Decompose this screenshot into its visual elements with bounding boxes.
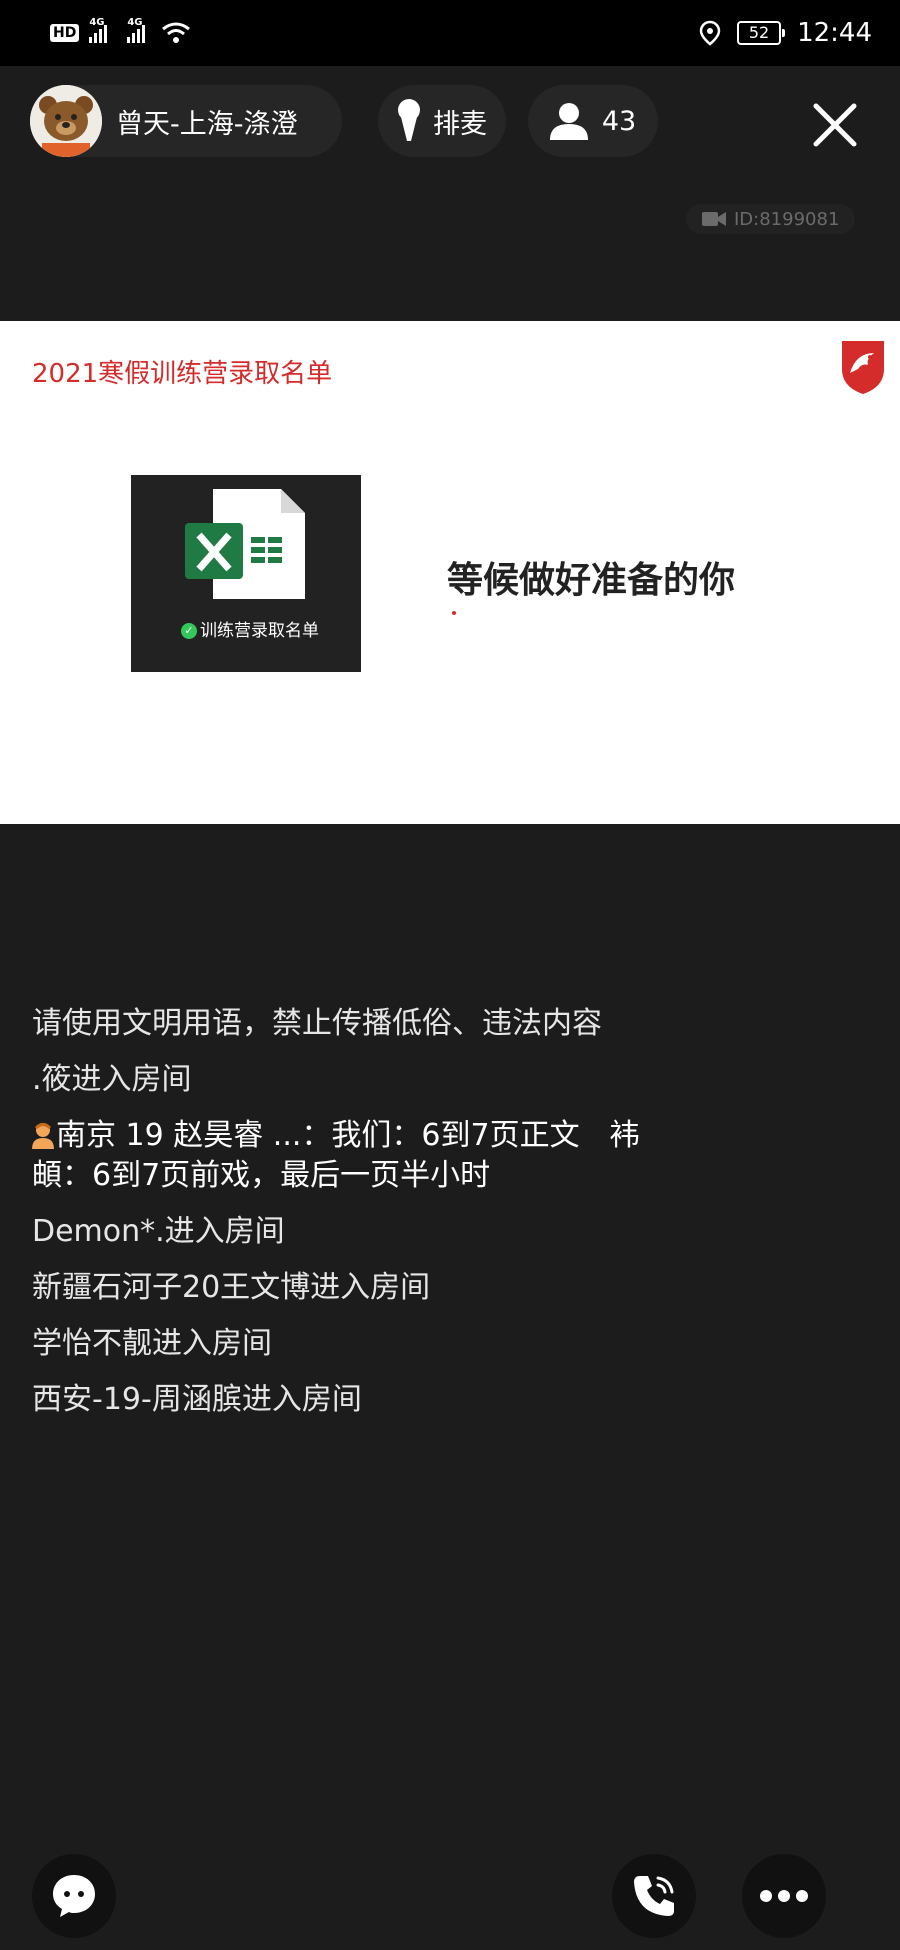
excel-icon	[185, 489, 305, 599]
close-icon[interactable]	[808, 98, 862, 152]
call-button[interactable]	[612, 1854, 696, 1938]
chat-message-text: 南京 19 赵昊睿 ...：我们：6到7页正文 袆頔：6到7页前戏，最后一页半小…	[32, 1118, 640, 1193]
red-dot	[452, 611, 456, 615]
more-button[interactable]	[742, 1854, 826, 1938]
mic-queue-label: 排麦	[433, 108, 487, 140]
chat-message: 请使用文明用语，禁止传播低俗、违法内容	[32, 1006, 602, 1041]
status-left: HD 4G 4G	[50, 17, 191, 45]
room-id: ID:8199081	[734, 208, 840, 230]
more-icon	[760, 1890, 808, 1902]
battery-icon: 52	[737, 21, 786, 45]
status-right: 52 12:44	[699, 18, 872, 48]
slide-title: 2021寒假训练营录取名单	[32, 359, 333, 389]
chat-message: 西安-19-周涵膑进入房间	[32, 1382, 362, 1417]
phone-icon	[634, 1876, 674, 1916]
viewer-count: 43	[601, 105, 637, 137]
video-camera-icon	[702, 212, 726, 226]
brand-logo	[842, 341, 884, 394]
chat-message: 学怡不靓进入房间	[32, 1326, 272, 1361]
wifi-icon	[162, 22, 191, 43]
person-icon	[549, 103, 588, 140]
chat-message: .筱进入房间	[32, 1062, 192, 1097]
user-avatar-icon	[32, 1123, 54, 1149]
chat-message: 南京 19 赵昊睿 ...：我们：6到7页正文 袆頔：6到7页前戏，最后一页半小…	[32, 1116, 642, 1196]
location-icon	[699, 20, 721, 46]
status-bar: HD 4G 4G 52 12:44	[0, 0, 900, 66]
signal-icon-2: 4G	[127, 17, 146, 43]
hd-badge: HD	[50, 24, 80, 42]
viewer-count-button[interactable]: 43	[528, 85, 658, 157]
host-info[interactable]: 曾天-上海-涤澄	[30, 85, 342, 157]
avatar[interactable]	[30, 85, 102, 157]
chat-bubble-icon	[53, 1875, 95, 1917]
excel-file-card[interactable]: ✓ 训练营录取名单	[131, 475, 361, 672]
slide-headline: 等候做好准备的你	[447, 560, 736, 601]
check-icon: ✓	[181, 623, 197, 639]
host-name: 曾天-上海-涤澄	[116, 108, 298, 140]
file-name: ✓ 训练营录取名单	[181, 619, 361, 643]
chat-feed: 请使用文明用语，禁止传播低俗、违法内容 .筱进入房间 南京 19 赵昊睿 ...…	[32, 1004, 642, 1436]
microphone-icon	[398, 99, 420, 141]
room-id-badge: ID:8199081	[686, 204, 856, 234]
chat-message: Demon*.进入房间	[32, 1214, 285, 1249]
chat-button[interactable]	[32, 1854, 116, 1938]
room-header: 曾天-上海-涤澄 排麦 43 ID:8199081	[0, 66, 900, 246]
signal-icon-1: 4G	[89, 17, 108, 43]
chat-message: 新疆石河子20王文博进入房间	[32, 1270, 431, 1305]
mic-queue-button[interactable]: 排麦	[378, 85, 506, 157]
status-time: 12:44	[797, 18, 872, 48]
shared-slide: 2021寒假训练营录取名单 ✓ 训练营录取名单 等候做好准备的你	[0, 321, 900, 824]
